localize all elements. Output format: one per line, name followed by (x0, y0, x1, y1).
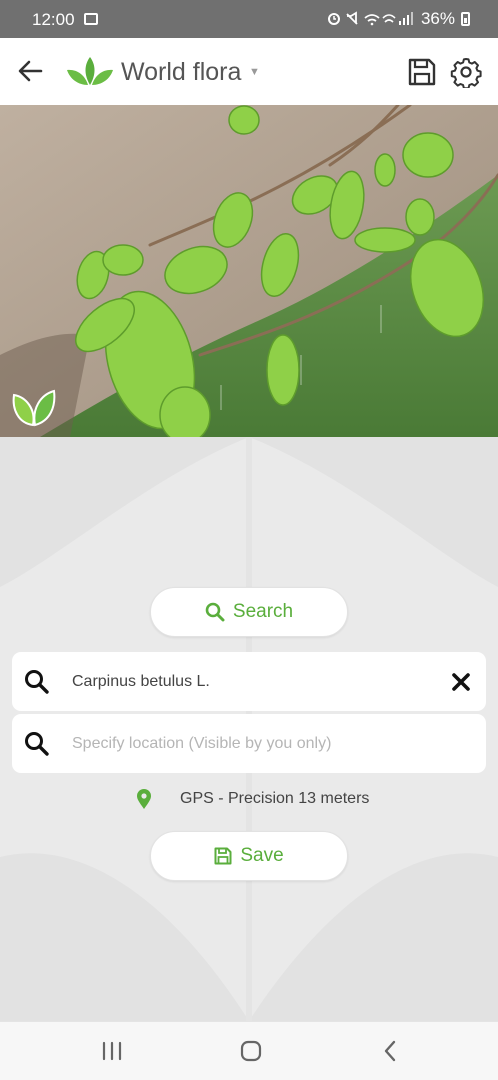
alarm-mute-wifi-signal-icons (327, 10, 413, 25)
back-icon[interactable] (380, 1038, 400, 1064)
leaf-logo-icon (67, 57, 113, 85)
recent-apps-icon[interactable] (101, 1038, 123, 1064)
status-time: 12:00 (32, 10, 75, 29)
battery-level: 36% (420, 9, 455, 28)
plant-photo-image (0, 105, 498, 437)
battery-icon (461, 12, 470, 26)
gps-precision-text: GPS - Precision 13 meters (180, 790, 370, 807)
gps-precision: GPS - Precision 13 meters (136, 788, 369, 810)
leaf-badge-icon (12, 389, 56, 427)
species-field[interactable]: Carpinus betulus L. (12, 652, 486, 711)
app-bar: World flora ▼ (0, 38, 498, 105)
dropdown-caret-icon[interactable]: ▼ (249, 66, 260, 78)
close-icon[interactable] (450, 671, 472, 693)
back-arrow-icon[interactable] (15, 56, 45, 86)
identification-panel: Search Carpinus betulus L. GPS - Precisi… (0, 437, 498, 1021)
location-field[interactable] (12, 714, 486, 773)
settings-gear-icon[interactable] (450, 56, 482, 88)
status-indicators: 36% (327, 9, 470, 29)
plant-photo (0, 105, 498, 437)
save-icon[interactable] (407, 57, 437, 87)
status-bar: 12:00 36% (0, 0, 498, 38)
search-button[interactable]: Search (150, 587, 348, 637)
species-name[interactable]: Carpinus betulus L. (72, 673, 450, 691)
search-icon (25, 669, 49, 694)
search-icon (205, 602, 225, 622)
save-button[interactable]: Save (150, 831, 348, 881)
gallery-icon (84, 13, 98, 25)
floppy-disk-icon (214, 847, 232, 865)
location-input[interactable] (72, 723, 486, 764)
search-button-label: Search (232, 601, 294, 622)
save-button-label: Save (240, 845, 284, 866)
home-icon[interactable] (239, 1038, 263, 1064)
system-nav-bar (0, 1021, 498, 1080)
app-title[interactable]: World flora (121, 58, 241, 87)
location-pin-icon (137, 789, 151, 809)
status-icons (327, 10, 415, 29)
search-icon (25, 731, 49, 756)
